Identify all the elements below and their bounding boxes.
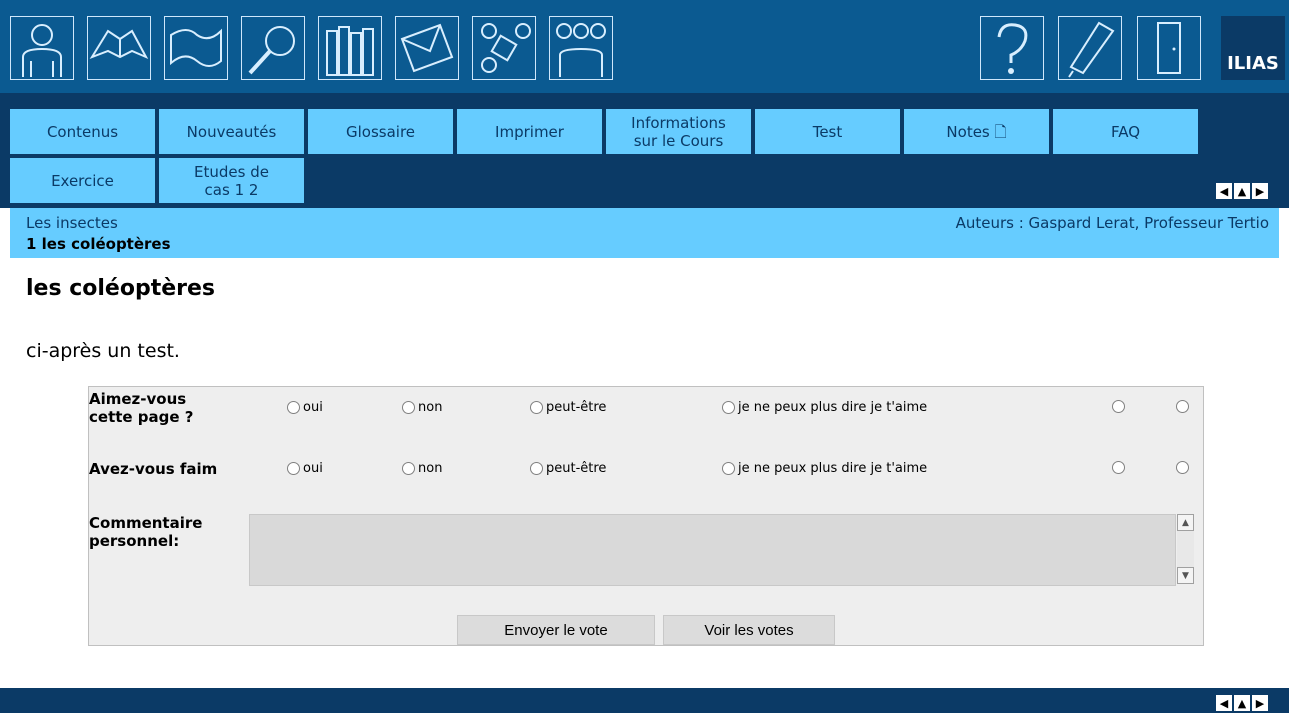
q1-option-oui[interactable]: oui: [287, 400, 323, 415]
forum-icon[interactable]: [164, 16, 228, 80]
question-2-label: Avez-vous faim: [89, 460, 218, 478]
tab-label: Informations sur le Cours: [631, 113, 726, 150]
tab-exercice[interactable]: Exercice: [10, 158, 155, 203]
comment-textarea[interactable]: [249, 514, 1176, 586]
personal-desktop-icon[interactable]: [10, 16, 74, 80]
tab-informations[interactable]: Informations sur le Cours: [606, 109, 751, 154]
tab-label: Nouveautés: [186, 122, 277, 141]
tab-label: Notes 🗋: [946, 122, 1007, 141]
option-label: non: [418, 400, 443, 415]
poll-form: Aimez-vous cette page ? oui non peut-êtr…: [88, 386, 1204, 646]
q1-option-blank-1[interactable]: [1112, 400, 1128, 413]
option-label: oui: [303, 400, 323, 415]
radio-icon[interactable]: [722, 401, 735, 414]
radio-icon[interactable]: [1112, 461, 1125, 474]
search-icon[interactable]: [241, 16, 305, 80]
authors-text: Auteurs : Gaspard Lerat, Professeur Tert…: [955, 214, 1269, 232]
submit-vote-button[interactable]: Envoyer le vote: [457, 615, 655, 645]
tab-label: Etudes de cas 1 2: [194, 162, 269, 199]
mail-icon[interactable]: [395, 16, 459, 80]
comment-scrollbar[interactable]: ▲ ▼: [1177, 514, 1194, 584]
tab-glossaire[interactable]: Glossaire: [308, 109, 453, 154]
tab-notes[interactable]: Notes 🗋: [904, 109, 1049, 154]
radio-icon[interactable]: [530, 401, 543, 414]
option-label: peut-être: [546, 400, 607, 415]
nav-arrows-bottom: ◀ ▲ ▶: [1216, 695, 1268, 711]
q2-option-blank-1[interactable]: [1112, 461, 1128, 474]
option-label: non: [418, 461, 443, 476]
footer-bar: ◀ ▲ ▶: [0, 688, 1289, 713]
next-arrow-icon[interactable]: ▶: [1252, 183, 1268, 199]
radio-icon[interactable]: [402, 462, 415, 475]
tab-test[interactable]: Test: [755, 109, 900, 154]
intro-text: ci-après un test.: [26, 340, 180, 362]
up-arrow-icon[interactable]: ▲: [1234, 695, 1250, 711]
radio-icon[interactable]: [530, 462, 543, 475]
question-1-label: Aimez-vous cette page ?: [89, 390, 194, 426]
q2-option-oui[interactable]: oui: [287, 461, 323, 476]
radio-icon[interactable]: [287, 462, 300, 475]
q2-option-peut-etre[interactable]: peut-être: [530, 461, 606, 476]
top-toolbar: ILIAS: [0, 0, 1289, 93]
breadcrumb: Les insectes 1 les coléoptères Auteurs :…: [10, 208, 1279, 258]
q1-option-non[interactable]: non: [402, 400, 442, 415]
option-label: oui: [303, 461, 323, 476]
tab-etudes-de-cas[interactable]: Etudes de cas 1 2: [159, 158, 304, 203]
users-icon[interactable]: [549, 16, 613, 80]
radio-icon[interactable]: [287, 401, 300, 414]
library-icon[interactable]: [318, 16, 382, 80]
ilias-logo-text: ILIAS: [1227, 53, 1279, 74]
scroll-down-icon[interactable]: ▼: [1177, 567, 1194, 584]
q2-option-je-ne-peux[interactable]: je ne peux plus dire je t'aime: [722, 461, 927, 476]
next-arrow-icon[interactable]: ▶: [1252, 695, 1268, 711]
q1-option-peut-etre[interactable]: peut-être: [530, 400, 606, 415]
tab-imprimer[interactable]: Imprimer: [457, 109, 602, 154]
tab-label: Imprimer: [495, 122, 564, 141]
q2-option-non[interactable]: non: [402, 461, 442, 476]
book-icon[interactable]: [87, 16, 151, 80]
feedback-icon[interactable]: [1058, 16, 1122, 80]
q1-option-je-ne-peux[interactable]: je ne peux plus dire je t'aime: [722, 400, 927, 415]
ilias-logo: ILIAS: [1221, 16, 1285, 80]
content-area: les coléoptères ci-après un test. Aimez-…: [10, 258, 1279, 688]
tab-label: Contenus: [46, 122, 119, 141]
radio-icon[interactable]: [722, 462, 735, 475]
prev-arrow-icon[interactable]: ◀: [1216, 695, 1232, 711]
option-label: je ne peux plus dire je t'aime: [738, 461, 928, 476]
q1-option-blank-2[interactable]: [1176, 400, 1192, 413]
prev-arrow-icon[interactable]: ◀: [1216, 183, 1232, 199]
help-icon[interactable]: [980, 16, 1044, 80]
up-arrow-icon[interactable]: ▲: [1234, 183, 1250, 199]
radio-icon[interactable]: [1112, 400, 1125, 413]
page-title: les coléoptères: [26, 276, 215, 301]
tab-faq[interactable]: FAQ: [1053, 109, 1198, 154]
q2-option-blank-2[interactable]: [1176, 461, 1192, 474]
breadcrumb-parent[interactable]: Les insectes: [26, 214, 118, 232]
tab-label: Glossaire: [345, 122, 416, 141]
radio-icon[interactable]: [1176, 400, 1189, 413]
option-label: peut-être: [546, 461, 607, 476]
logout-door-icon[interactable]: [1137, 16, 1201, 80]
tab-label: FAQ: [1110, 122, 1141, 141]
tab-contenus[interactable]: Contenus: [10, 109, 155, 154]
view-votes-button[interactable]: Voir les votes: [663, 615, 835, 645]
radio-icon[interactable]: [402, 401, 415, 414]
tab-nouveautes[interactable]: Nouveautés: [159, 109, 304, 154]
menu-area: Contenus Nouveautés Glossaire Imprimer I…: [0, 93, 1289, 208]
option-label: je ne peux plus dire je t'aime: [738, 400, 928, 415]
nav-arrows-top: ◀ ▲ ▶: [1216, 183, 1268, 199]
groups-icon[interactable]: [472, 16, 536, 80]
tab-label: Exercice: [51, 171, 114, 190]
radio-icon[interactable]: [1176, 461, 1189, 474]
breadcrumb-current: 1 les coléoptères: [26, 235, 171, 253]
comment-label: Commentaire personnel:: [89, 514, 203, 550]
tab-label: Test: [812, 122, 843, 141]
scroll-up-icon[interactable]: ▲: [1177, 514, 1194, 531]
